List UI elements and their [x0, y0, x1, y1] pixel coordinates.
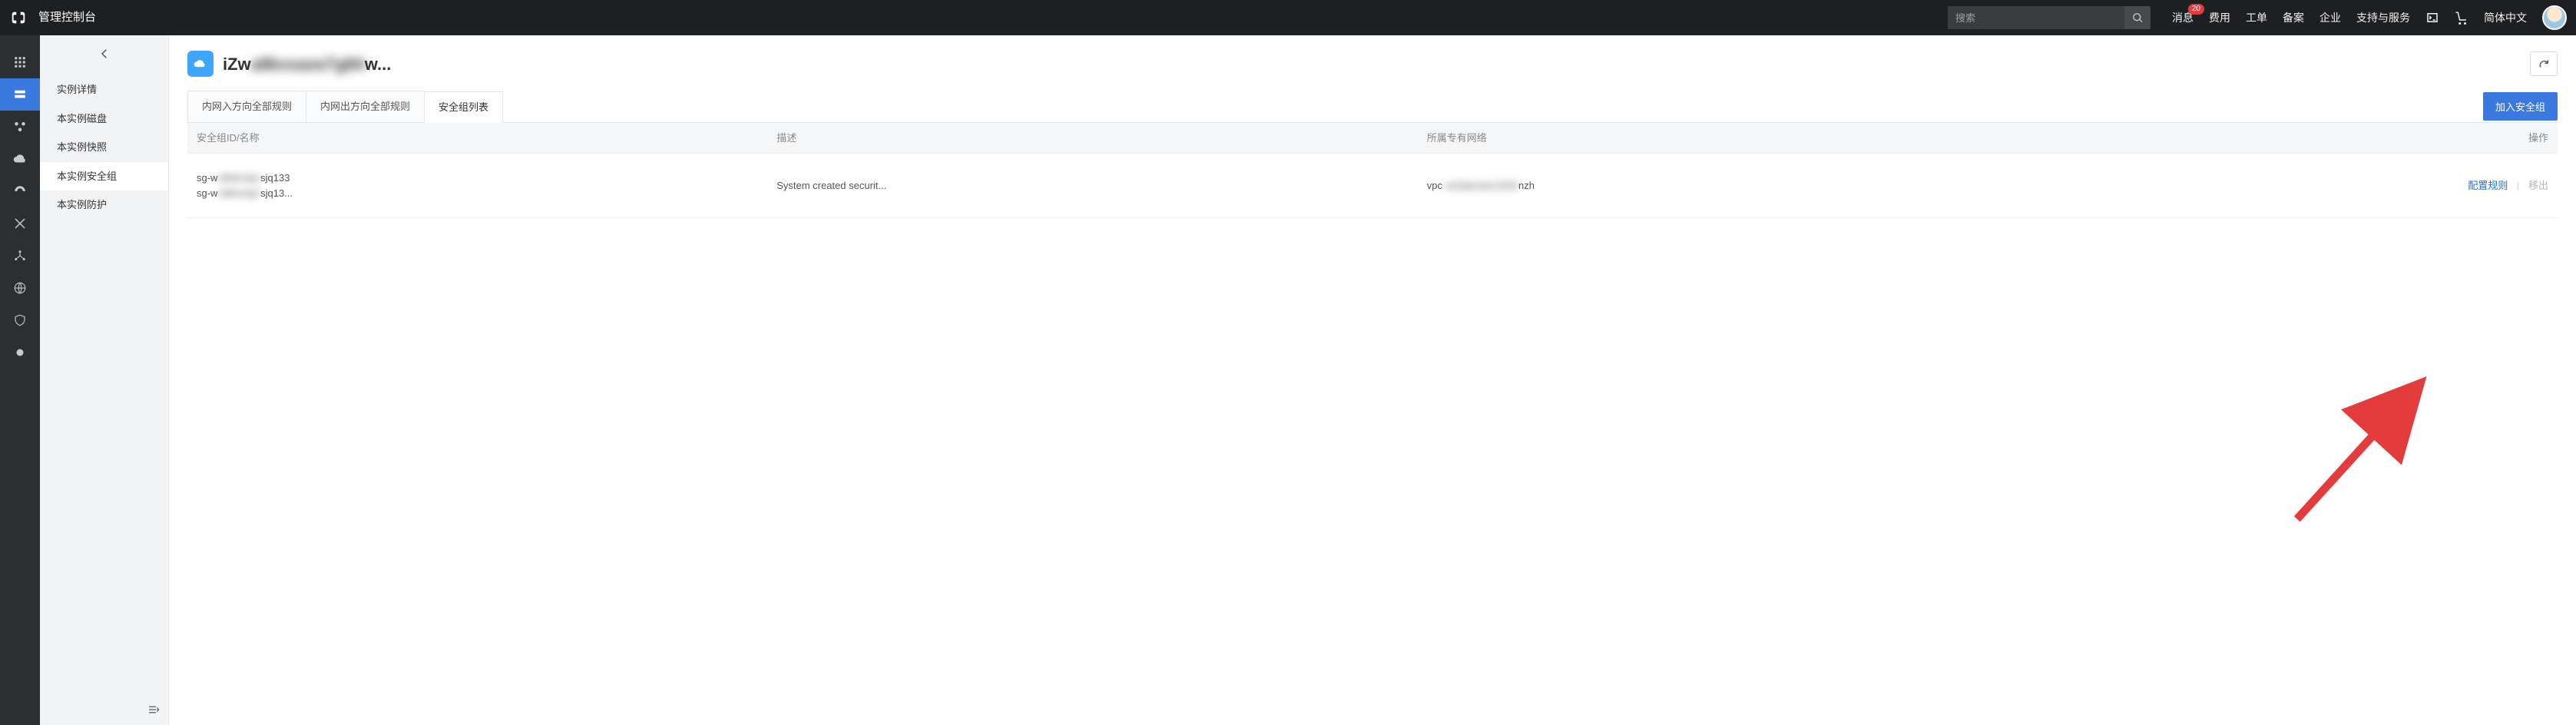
cloud-icon: [13, 152, 27, 166]
menu-instance-security-group[interactable]: 本实例安全组: [40, 162, 168, 191]
globe-icon: [13, 281, 27, 295]
nav-tickets[interactable]: 工单: [2238, 0, 2275, 35]
circle-icon: [13, 346, 27, 359]
avatar[interactable]: [2542, 5, 2567, 30]
rail-item-4[interactable]: [0, 143, 40, 175]
brand-logo-icon[interactable]: [9, 8, 28, 27]
grid-icon: [13, 55, 27, 69]
side-panel: 实例详情 本实例磁盘 本实例快照 本实例安全组 本实例防护: [40, 35, 169, 725]
tab-security-group-list[interactable]: 安全组列表: [424, 91, 503, 123]
tab-inbound-rules[interactable]: 内网入方向全部规则: [187, 91, 306, 122]
cloud-server-icon: [193, 56, 208, 71]
instance-icon: [187, 51, 214, 77]
refresh-button[interactable]: [2530, 51, 2558, 76]
nav-support[interactable]: 支持与服务: [2349, 0, 2418, 35]
collapse-side-panel[interactable]: [40, 694, 168, 725]
menu-instance-disk[interactable]: 本实例磁盘: [40, 104, 168, 134]
cell-desc: System created securit...: [767, 154, 1418, 218]
page-title: iZwa8kvsaxe7g84w...: [223, 51, 391, 77]
refresh-icon: [2538, 58, 2550, 70]
cell-ops: 配置规则 | 移出: [2057, 154, 2558, 218]
nav-enterprise[interactable]: 企业: [2312, 0, 2349, 35]
tab-row: 内网入方向全部规则 内网出方向全部规则 安全组列表 加入安全组: [187, 91, 2558, 123]
th-ops: 操作: [2057, 123, 2558, 154]
cell-id-name: sg-wz9k6v3p2sjq133 sg-wz9k6v3p2sjq13...: [187, 154, 767, 218]
table-header-row: 安全组ID/名称 描述 所属专有网络 操作: [187, 123, 2558, 154]
server-icon: [13, 88, 27, 101]
action-divider: |: [2517, 180, 2519, 191]
join-security-group-button[interactable]: 加入安全组: [2483, 92, 2558, 121]
collapse-icon: [147, 703, 161, 717]
side-menu: 实例详情 本实例磁盘 本实例快照 本实例安全组 本实例防护: [40, 72, 168, 220]
menu-instance-snapshot[interactable]: 本实例快照: [40, 133, 168, 162]
nav-messages[interactable]: 消息 20: [2164, 0, 2201, 35]
nav-icp[interactable]: 备案: [2275, 0, 2312, 35]
top-bar: 管理控制台 消息 20 费用 工单 备案 企业 支持与服务 简体中文: [0, 0, 2576, 35]
rail-apps[interactable]: [0, 46, 40, 78]
action-remove[interactable]: 移出: [2528, 180, 2548, 191]
rail-ecs[interactable]: [0, 78, 40, 111]
menu-instance-detail[interactable]: 实例详情: [40, 75, 168, 104]
action-configure-rules[interactable]: 配置规则: [2468, 180, 2508, 191]
security-group-table: 安全组ID/名称 描述 所属专有网络 操作 sg-wz9k6v3p2sjq133…: [187, 123, 2558, 219]
nav-cloudshell[interactable]: [2418, 0, 2447, 35]
structure-icon: [13, 249, 27, 263]
rail-item-7[interactable]: [0, 240, 40, 272]
rail-item-3[interactable]: [0, 111, 40, 143]
rail-item-6[interactable]: [0, 207, 40, 240]
rail-item-5[interactable]: [0, 175, 40, 207]
nav-language[interactable]: 简体中文: [2476, 0, 2535, 35]
search-button[interactable]: [2124, 6, 2151, 29]
main-content: iZwa8kvsaxe7g84w... 内网入方向全部规则 内网出方向全部规则 …: [169, 35, 2576, 725]
menu-instance-protection[interactable]: 本实例防护: [40, 190, 168, 220]
global-search[interactable]: [1948, 6, 2151, 29]
th-vpc: 所属专有网络: [1418, 123, 2057, 154]
rail-item-9[interactable]: [0, 304, 40, 336]
nav-billing[interactable]: 费用: [2201, 0, 2238, 35]
cell-vpc: vpc-wz9abcde12345nzh: [1418, 154, 2057, 218]
table-row: sg-wz9k6v3p2sjq133 sg-wz9k6v3p2sjq13... …: [187, 154, 2558, 218]
shield-icon: [13, 313, 27, 327]
back-button[interactable]: [40, 35, 168, 72]
rail-item-8[interactable]: [0, 272, 40, 304]
search-icon: [2132, 12, 2144, 24]
th-id-name: 安全组ID/名称: [187, 123, 767, 154]
search-input[interactable]: [1948, 6, 2124, 29]
top-nav: 消息 20 费用 工单 备案 企业 支持与服务 简体中文: [2164, 0, 2567, 35]
dashboard-icon: [13, 184, 27, 198]
cart-icon: [2455, 11, 2468, 25]
left-rail: [0, 35, 40, 725]
page-header: iZwa8kvsaxe7g84w...: [187, 51, 2558, 77]
terminal-icon: [2425, 11, 2439, 25]
chevron-left-icon: [98, 47, 111, 61]
console-title: 管理控制台: [38, 9, 96, 27]
th-desc: 描述: [767, 123, 1418, 154]
tab-outbound-rules[interactable]: 内网出方向全部规则: [306, 91, 425, 122]
rail-item-10[interactable]: [0, 336, 40, 369]
crossed-arrows-icon: [13, 217, 27, 230]
nav-cart[interactable]: [2447, 0, 2476, 35]
cluster-icon: [13, 120, 27, 134]
